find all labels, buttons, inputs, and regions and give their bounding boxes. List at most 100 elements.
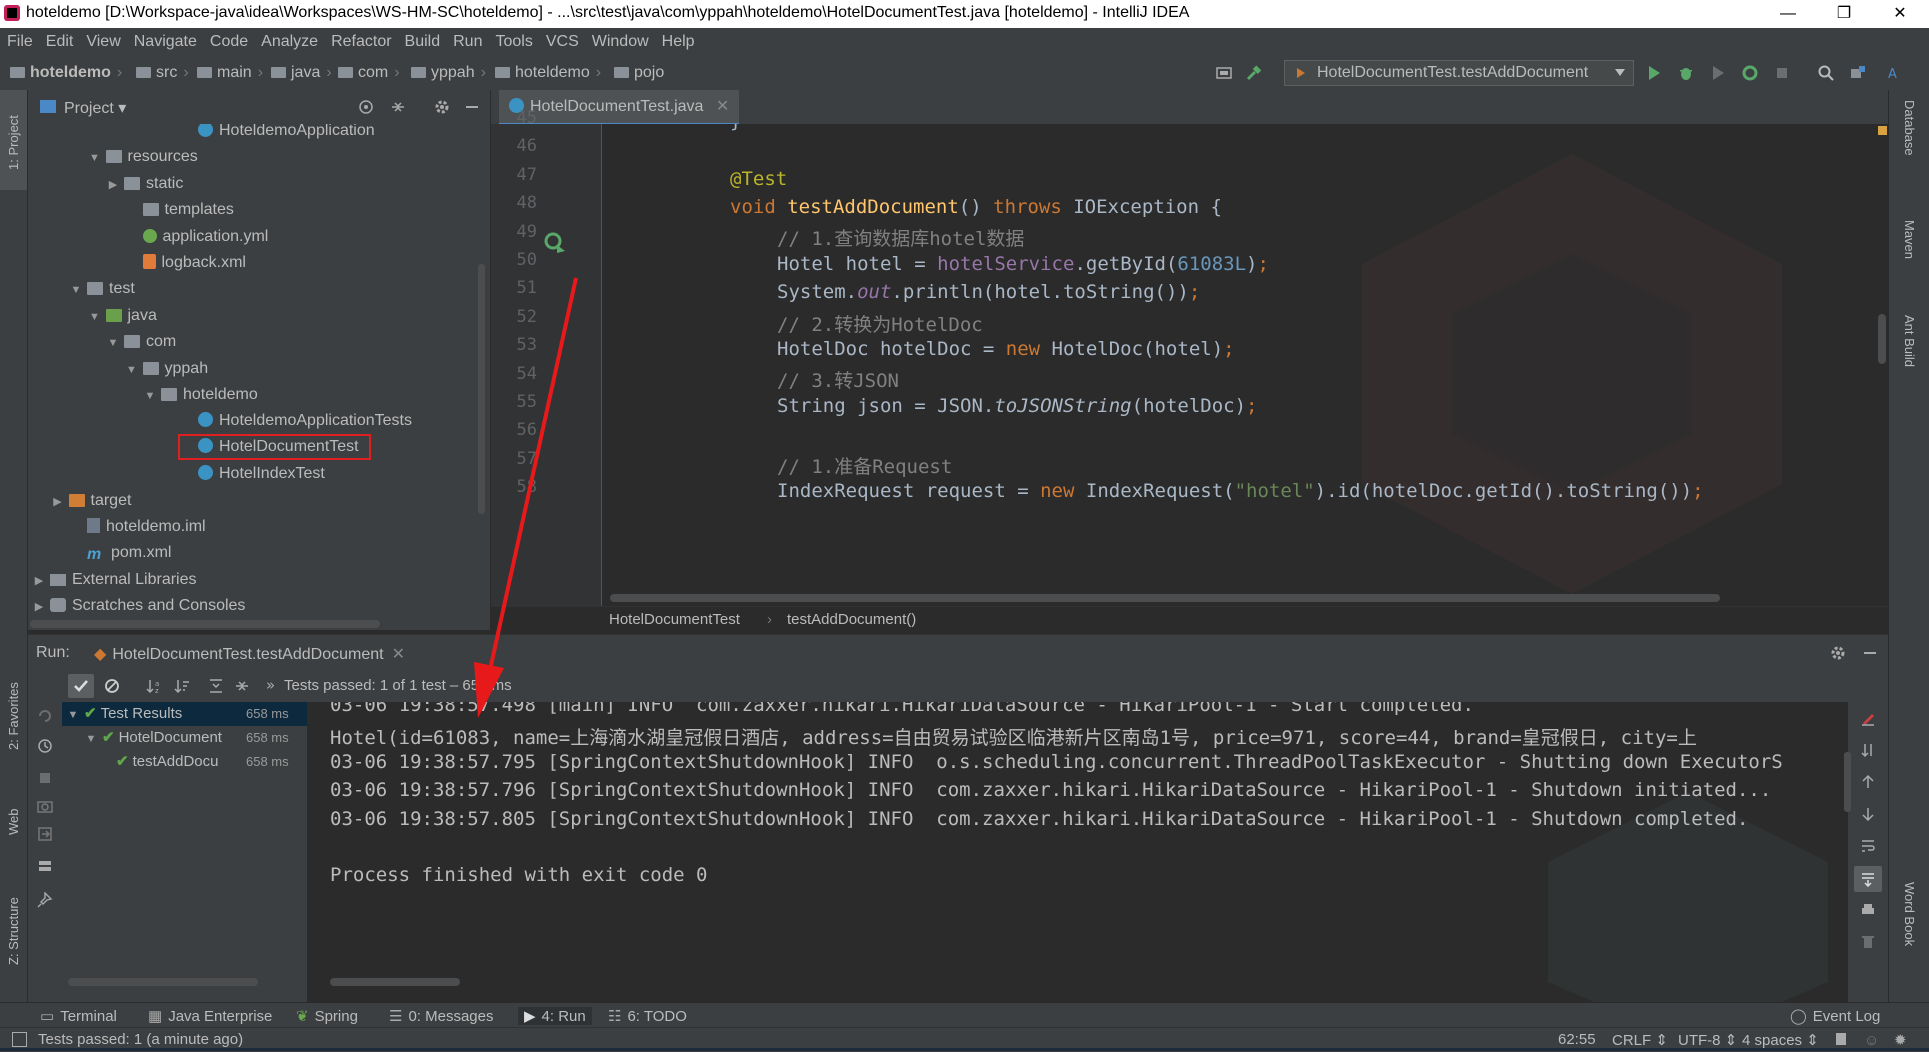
debug-icon[interactable] (1678, 65, 1694, 81)
warning-marker[interactable] (1878, 126, 1887, 135)
restore-button[interactable]: ❐ (1816, 0, 1872, 28)
trash-icon[interactable] (1860, 934, 1876, 950)
chevron-down-icon[interactable]: ▼ (125, 358, 139, 382)
collapse-all-icon[interactable] (234, 678, 250, 694)
status-message[interactable]: Tests passed: 1 (a minute ago) (38, 1031, 243, 1048)
project-tree-item[interactable]: ▶ Scratches and Consoles (32, 594, 246, 619)
chevron-down-icon[interactable]: ▼ (69, 278, 83, 302)
camera-icon[interactable] (37, 798, 53, 814)
locate-icon[interactable] (358, 99, 374, 115)
project-tree-item[interactable]: m pom.xml (69, 541, 171, 565)
console-vertical-scrollbar[interactable] (1844, 752, 1851, 812)
project-tree-item[interactable]: ▼ java (88, 304, 157, 328)
run-coverage-icon[interactable] (1710, 65, 1726, 81)
rerun-failed-icon[interactable] (37, 708, 53, 724)
scroll-to-end-toggle[interactable] (1854, 866, 1882, 892)
inspector-icon[interactable]: ☺ (1864, 1032, 1879, 1049)
breadcrumb-hoteldemo[interactable]: hoteldemo › (10, 64, 122, 82)
run-tab[interactable]: ◆ HotelDocumentTest.testAddDocument ✕ (94, 644, 405, 664)
project-tree-item[interactable]: ▼ yppah (125, 357, 208, 382)
indent-select[interactable]: 4 spaces ⇕ (1742, 1031, 1819, 1049)
breadcrumb-src[interactable]: src › (136, 64, 189, 82)
minimize-button[interactable]: — (1760, 0, 1816, 28)
project-tree-item[interactable]: HoteldemoApplicationTests (180, 409, 412, 433)
close-run-tab-icon[interactable]: ✕ (392, 646, 405, 663)
console-output[interactable]: 03-06 19:38:57.498 [main] INFO com.zaxxe… (308, 702, 1848, 1002)
menu-navigate[interactable]: Navigate (127, 28, 203, 51)
stop-icon[interactable] (37, 770, 53, 786)
arrow-down-icon[interactable] (1860, 806, 1876, 822)
project-tree-item[interactable]: HotelDocumentTest (178, 433, 371, 460)
sort-alpha-icon[interactable]: az (146, 678, 162, 694)
sort-down-icon[interactable] (1860, 742, 1876, 758)
chevron-down-icon[interactable]: ▼ (106, 331, 120, 355)
project-structure-icon[interactable] (1850, 65, 1866, 81)
tree-horizontal-scrollbar[interactable] (68, 978, 258, 986)
project-tool-tab[interactable]: 1: Project (0, 90, 27, 190)
project-view-select[interactable]: Project ▾ (64, 98, 126, 118)
event-log-tab[interactable]: ◯ Event Log (1790, 1007, 1880, 1025)
notification-icon[interactable]: ✹ (1894, 1031, 1907, 1049)
menu-build[interactable]: Build (398, 28, 447, 51)
project-tree-item[interactable]: ▶ target (51, 489, 131, 513)
chevron-right-icon[interactable]: ▶ (32, 569, 46, 593)
search-icon[interactable] (1818, 65, 1834, 81)
collapse-all-icon[interactable] (390, 99, 406, 115)
menu-edit[interactable]: Edit (39, 28, 80, 51)
menu-refactor[interactable]: Refactor (324, 28, 397, 51)
show-ignored-icon[interactable] (104, 678, 120, 694)
spring-tab[interactable]: ❦ Spring (296, 1007, 358, 1025)
breadcrumb-main[interactable]: main › (197, 64, 263, 82)
caret-position[interactable]: 62:55 (1558, 1031, 1596, 1048)
status-panel-icon[interactable] (12, 1032, 27, 1047)
breadcrumb-com[interactable]: com › (338, 64, 400, 82)
console-horizontal-scrollbar[interactable] (330, 978, 460, 986)
export-icon[interactable] (37, 826, 53, 842)
messages-tab[interactable]: ☰ 0: Messages (389, 1007, 494, 1025)
menu-analyze[interactable]: Analyze (254, 28, 324, 51)
project-tree-item[interactable]: HotelIndexTest (180, 462, 325, 486)
ant-build-tool-label[interactable]: Ant Build (1902, 315, 1917, 367)
show-passed-toggle[interactable] (68, 674, 94, 698)
close-tab-icon[interactable]: ✕ (716, 98, 729, 115)
translate-icon[interactable]: A (1888, 65, 1904, 81)
project-vertical-scrollbar[interactable] (478, 264, 485, 514)
project-horizontal-scrollbar[interactable] (30, 620, 380, 628)
test-tree-row-results[interactable]: ▼ ✔ Test Results 658 ms (66, 702, 306, 726)
java-enterprise-tab[interactable]: ▦ Java Enterprise (148, 1007, 272, 1025)
menu-tools[interactable]: Tools (488, 28, 538, 51)
run-configuration-select[interactable]: HotelDocumentTest.testAddDocument (1284, 60, 1634, 86)
run-icon[interactable] (1646, 65, 1662, 81)
chevron-right-icon[interactable]: ▶ (32, 595, 46, 619)
menu-view[interactable]: View (79, 28, 126, 51)
gear-icon[interactable] (434, 99, 450, 115)
chevron-down-icon[interactable]: ▼ (88, 146, 102, 170)
maven-tool-label[interactable]: Maven (1902, 220, 1917, 259)
gear-icon[interactable] (1830, 645, 1846, 661)
lock-icon[interactable] (1836, 1033, 1846, 1045)
frame-icon[interactable] (1216, 65, 1232, 81)
expand-all-icon[interactable] (208, 678, 224, 694)
more-icon[interactable]: » (266, 676, 275, 694)
test-tree-row-class[interactable]: ▼ ✔ HotelDocument 658 ms (84, 726, 306, 750)
run-tool-tab[interactable]: ▶ 4: Run (518, 1007, 592, 1025)
project-tree-item[interactable]: ▶ External Libraries (32, 568, 197, 592)
chevron-right-icon[interactable]: ▶ (106, 173, 120, 197)
breadcrumb-method[interactable]: testAddDocument() (787, 611, 916, 628)
project-tree-item[interactable]: application.yml (125, 225, 268, 249)
todo-tab[interactable]: ☷ 6: TODO (608, 1007, 687, 1025)
menu-vcs[interactable]: VCS (539, 28, 585, 51)
soft-wrap-icon[interactable] (1860, 838, 1876, 854)
project-tree-item[interactable]: ▼ hoteldemo (143, 383, 258, 407)
close-button[interactable]: ✕ (1872, 0, 1928, 28)
breadcrumb-yppah[interactable]: yppah › (411, 64, 486, 82)
menu-file[interactable]: File (0, 28, 39, 51)
toggle-auto-test-icon[interactable] (37, 738, 53, 754)
line-separator-select[interactable]: CRLF ⇕ (1612, 1031, 1668, 1049)
project-tree-item[interactable]: templates (125, 198, 234, 222)
project-tree-item[interactable]: HoteldemoApplication (180, 124, 375, 143)
vertical-scrollbar[interactable] (1878, 314, 1886, 364)
hide-panel-icon[interactable] (1862, 645, 1878, 661)
word-book-tool-label[interactable]: Word Book (1902, 882, 1917, 946)
database-tool-label[interactable]: Database (1902, 100, 1917, 156)
